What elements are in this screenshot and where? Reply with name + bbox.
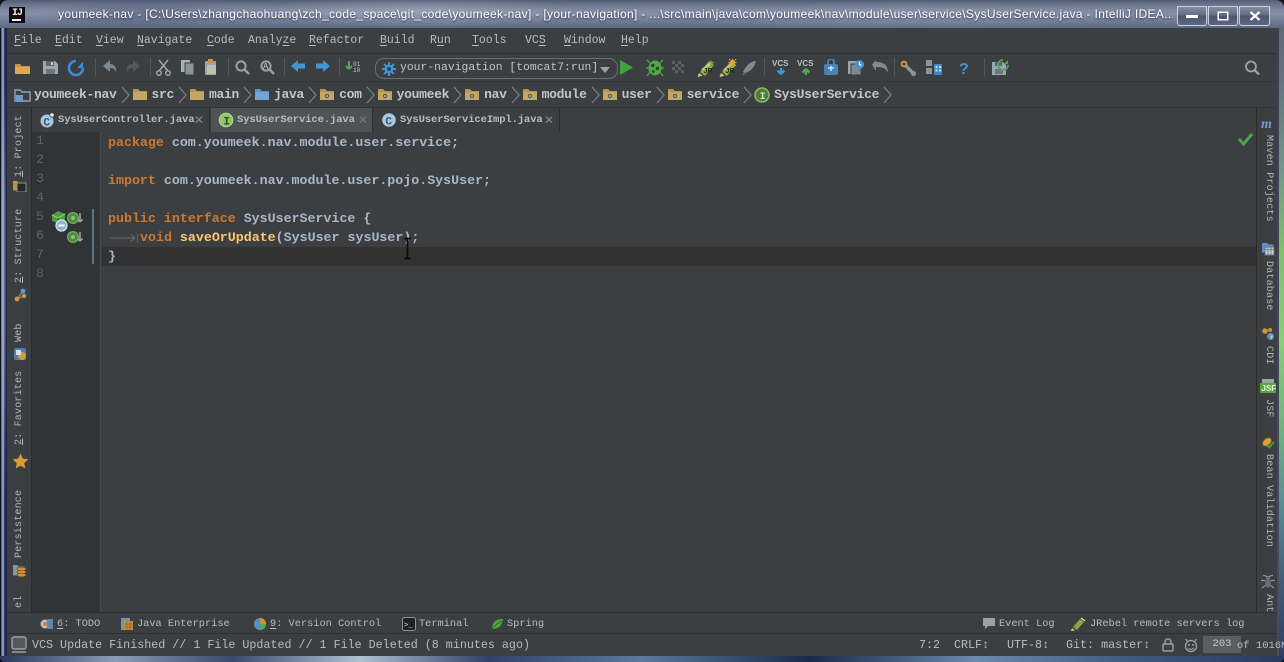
svg-text:C: C <box>43 117 50 128</box>
svg-text:A: A <box>263 62 269 71</box>
svg-text:I: I <box>760 92 766 103</box>
svg-text:JR: JR <box>704 68 713 75</box>
svg-text:I: I <box>223 116 230 128</box>
svg-text:JR: JR <box>726 68 735 75</box>
svg-text:VCS: VCS <box>772 59 789 68</box>
svg-text:10: 10 <box>353 67 361 74</box>
svg-text:C: C <box>385 116 392 128</box>
svg-text:VCS: VCS <box>797 59 814 68</box>
svg-text:?: ? <box>959 61 969 77</box>
svg-text:JSF: JSF <box>1262 384 1277 393</box>
svg-text:>_: >_ <box>404 622 413 630</box>
svg-text:m: m <box>1261 117 1272 130</box>
